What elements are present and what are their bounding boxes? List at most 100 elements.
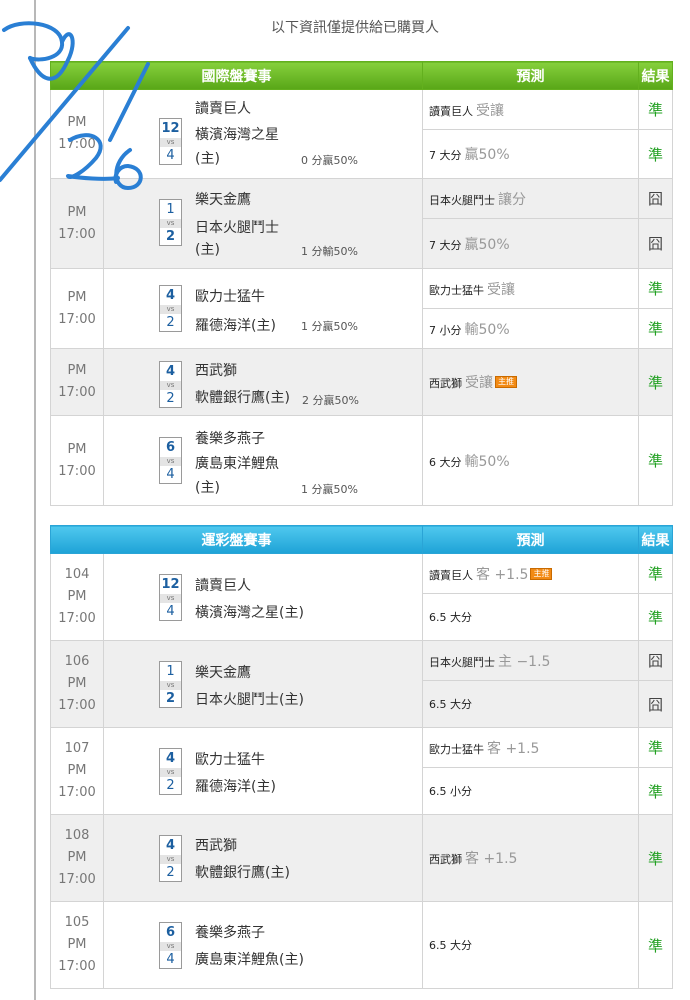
intl-header-pred: 預測 bbox=[422, 61, 639, 90]
game-number: 105 bbox=[64, 915, 90, 930]
game-ampm: PM bbox=[67, 363, 87, 378]
game-ampm: PM bbox=[67, 289, 87, 305]
pred-team: 7 大分 bbox=[429, 149, 462, 162]
handicap-text: 0 分贏50% bbox=[301, 154, 358, 167]
game-number: 108 bbox=[64, 828, 90, 843]
prediction-cell: 日本火腿鬥士 讓分 bbox=[422, 178, 639, 219]
match-cell: 6 vs 4 養樂多燕子 廣島東洋鯉魚 (主) 1 分贏50% bbox=[103, 415, 423, 506]
vs-label: vs bbox=[160, 138, 181, 147]
prediction-cell: 讀賣巨人客 +1.5 主推 bbox=[422, 553, 639, 594]
vs-label: vs bbox=[160, 768, 181, 777]
table-row[interactable]: 104 PM 17:00 12 vs 4 讀賣巨人 橫濱海灣之星(主) 讀賣巨人… bbox=[50, 553, 673, 641]
sports-header-pred: 預測 bbox=[422, 525, 639, 554]
intl-header-row: 國際盤賽事 預測 結果 bbox=[50, 61, 673, 90]
game-ampm: PM bbox=[67, 937, 87, 952]
table-row[interactable]: PM 17:00 4 vs 2 西武獅 軟體銀行鷹(主) 2 分贏50% 西武獅… bbox=[50, 348, 673, 416]
home-score: 2 bbox=[166, 315, 175, 330]
table-row[interactable]: PM 17:00 1 vs 2 樂天金鷹 日本火腿鬥士 (主) 1 分輸50% … bbox=[50, 178, 673, 269]
home-score: 4 bbox=[166, 604, 175, 619]
away-team: 養樂多燕子 bbox=[195, 925, 265, 941]
table-row[interactable]: 106 PM 17:00 1 vs 2 樂天金鷹 日本火腿鬥士(主) 日本火腿鬥… bbox=[50, 640, 673, 728]
pred-team: 6.5 小分 bbox=[429, 785, 472, 798]
result-cell: 囧 bbox=[638, 680, 673, 728]
result-cell: 準 bbox=[638, 901, 673, 989]
table-row[interactable]: 107 PM 17:00 4 vs 2 歐力士猛牛 羅德海洋(主) 歐力士猛牛客… bbox=[50, 727, 673, 815]
pred-team: 7 小分 bbox=[429, 323, 462, 337]
result-cell: 準 bbox=[638, 415, 673, 506]
home-marker: (主) bbox=[195, 151, 220, 167]
game-time: 17:00 bbox=[58, 385, 96, 400]
handicap-text: 1 分贏50% bbox=[301, 483, 358, 496]
away-score: 12 bbox=[161, 577, 180, 592]
away-team: 西武獅 bbox=[195, 838, 237, 854]
away-score: 1 bbox=[166, 664, 175, 679]
game-time: 17:00 bbox=[58, 698, 96, 713]
handicap-text: 2 分贏50% bbox=[302, 394, 359, 407]
score-box: 1 vs 2 bbox=[159, 199, 182, 246]
game-time: 17:00 bbox=[58, 311, 96, 327]
pred-team: 讀賣巨人 bbox=[429, 568, 473, 582]
match-cell: 4 vs 2 西武獅 軟體銀行鷹(主) bbox=[103, 814, 423, 902]
score-box: 6 vs 4 bbox=[159, 922, 182, 969]
away-team: 樂天金鷹 bbox=[195, 192, 251, 208]
result-cell: 準 bbox=[638, 727, 673, 768]
pred-desc: 客 +1.5 bbox=[487, 740, 540, 757]
home-score: 2 bbox=[166, 391, 175, 406]
pred-team: 西武獅 bbox=[429, 377, 462, 390]
home-team: 廣島東洋鯉魚(主) bbox=[195, 952, 304, 968]
vs-label: vs bbox=[160, 681, 181, 690]
away-score: 4 bbox=[165, 364, 176, 379]
time-cell: 108 PM 17:00 bbox=[50, 814, 104, 902]
time-cell: 106 PM 17:00 bbox=[50, 640, 104, 728]
time-cell: PM 17:00 bbox=[50, 268, 104, 349]
score-box: 12 vs 4 bbox=[159, 574, 182, 621]
sports-games-table: 運彩盤賽事 預測 結果 104 PM 17:00 12 vs 4 讀賣巨人 橫濱… bbox=[50, 525, 673, 989]
pred-desc: 受讓 bbox=[487, 281, 515, 298]
pred-team: 日本火腿鬥士 bbox=[429, 193, 495, 207]
match-cell: 12 vs 4 讀賣巨人 橫濱海灣之星 (主) 0 分贏50% bbox=[103, 89, 423, 179]
away-team: 養樂多燕子 bbox=[195, 431, 265, 447]
result-cell: 準 bbox=[638, 268, 673, 309]
away-score: 1 bbox=[166, 202, 175, 217]
table-row[interactable]: PM 17:00 4 vs 2 歐力士猛牛 羅德海洋(主) 1 分贏50% 歐力… bbox=[50, 268, 673, 349]
vs-label: vs bbox=[160, 219, 181, 228]
game-ampm: PM bbox=[67, 589, 87, 604]
vs-label: vs bbox=[160, 305, 181, 314]
game-time: 17:00 bbox=[58, 959, 96, 974]
result-cell: 囧 bbox=[638, 218, 673, 269]
pred-team: 6.5 大分 bbox=[429, 698, 472, 711]
table-row[interactable]: 108 PM 17:00 4 vs 2 西武獅 軟體銀行鷹(主) 西武獅客 +1… bbox=[50, 814, 673, 902]
home-team: 羅德海洋(主) bbox=[195, 318, 276, 334]
pred-team: 6.5 大分 bbox=[429, 939, 472, 952]
pred-team: 日本火腿鬥士 bbox=[429, 655, 495, 669]
game-time: 17:00 bbox=[58, 463, 96, 479]
result-cell: 準 bbox=[638, 89, 673, 130]
home-score: 2 bbox=[166, 865, 175, 880]
home-team: 橫濱海灣之星(主) bbox=[195, 605, 304, 621]
featured-pick-badge: 主推 bbox=[495, 376, 517, 388]
match-cell: 1 vs 2 樂天金鷹 日本火腿鬥士(主) bbox=[103, 640, 423, 728]
featured-pick-badge: 主推 bbox=[530, 567, 553, 580]
prediction-cell: 讀賣巨人 受讓 bbox=[422, 89, 639, 130]
away-team: 歐力士猛牛 bbox=[195, 752, 265, 768]
away-score: 12 bbox=[161, 121, 180, 136]
pred-team: 歐力士猛牛 bbox=[429, 742, 484, 756]
pred-team: 7 大分 bbox=[429, 238, 462, 252]
table-row[interactable]: PM 17:00 6 vs 4 養樂多燕子 廣島東洋鯉魚 (主) 1 分贏50%… bbox=[50, 415, 673, 506]
table-row[interactable]: PM 17:00 12 vs 4 讀賣巨人 橫濱海灣之星 (主) 0 分贏50%… bbox=[50, 89, 673, 179]
table-row[interactable]: 105 PM 17:00 6 vs 4 養樂多燕子 廣島東洋鯉魚(主) 6.5 … bbox=[50, 901, 673, 989]
prediction-cell: 歐力士猛牛客 +1.5 bbox=[422, 727, 639, 768]
vs-label: vs bbox=[160, 942, 181, 951]
home-score: 2 bbox=[165, 229, 176, 244]
result-cell: 準 bbox=[638, 767, 673, 815]
pred-desc: 受讓 bbox=[465, 375, 493, 391]
result-cell: 準 bbox=[638, 814, 673, 902]
home-team: 羅德海洋(主) bbox=[195, 779, 276, 795]
away-score: 6 bbox=[165, 440, 176, 455]
game-ampm: PM bbox=[67, 204, 87, 220]
pred-team: 西武獅 bbox=[429, 853, 462, 866]
time-cell: PM 17:00 bbox=[50, 415, 104, 506]
game-ampm: PM bbox=[67, 115, 87, 130]
match-cell: 4 vs 2 西武獅 軟體銀行鷹(主) 2 分贏50% bbox=[103, 348, 423, 416]
sports-header-match: 運彩盤賽事 bbox=[50, 525, 423, 554]
